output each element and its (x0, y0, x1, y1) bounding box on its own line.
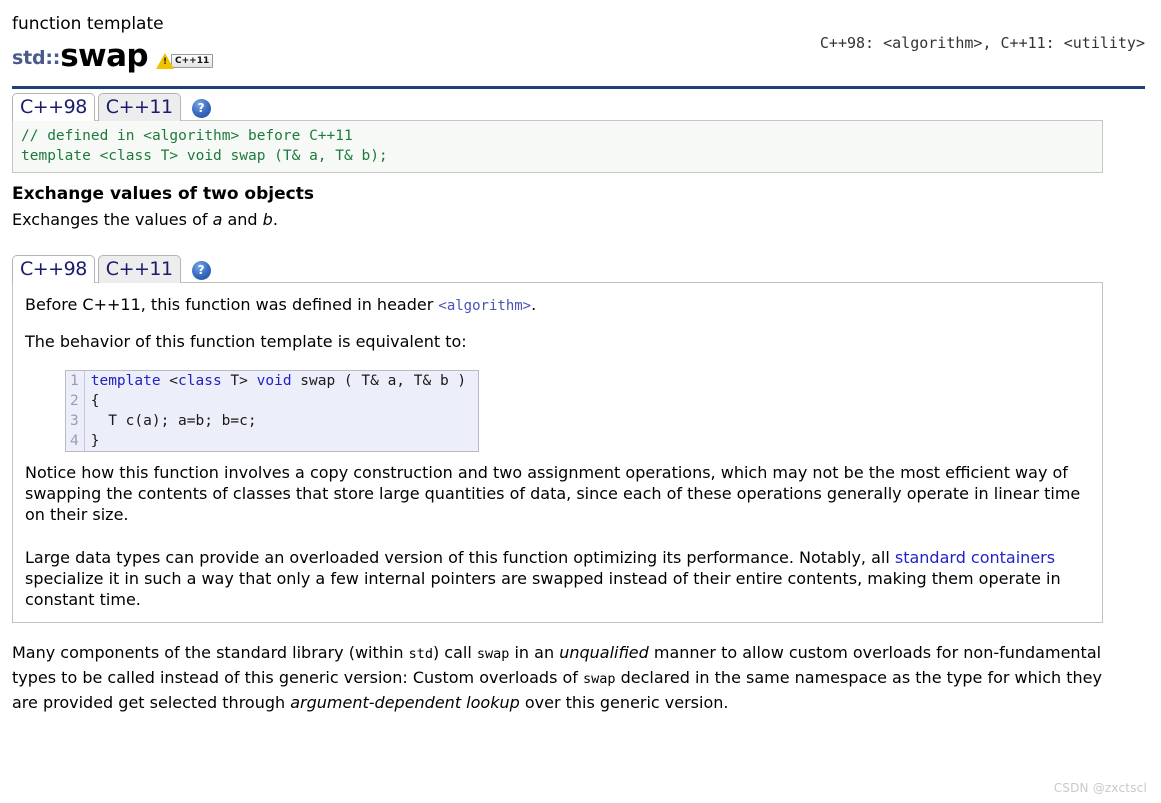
desc-text-mid: and (222, 210, 263, 229)
page-kind-label: function template (12, 14, 164, 34)
tab-detail-cpp11[interactable]: C++11 (97, 255, 181, 283)
panel-paragraph-3: Notice how this function involves a copy… (25, 463, 1081, 524)
panel-paragraph-4: Large data types can provide an overload… (25, 547, 1090, 610)
p1-pre: Before C++11, this function was defined … (25, 295, 439, 314)
title-namespace: std:: (12, 47, 61, 69)
code-line: 3 T c(a); a=b; b=c; (66, 411, 478, 431)
code-line: 2 { (66, 391, 478, 411)
page-root: function template std:: swap C++11 C++98… (0, 0, 1161, 803)
panel-paragraph-2: The behavior of this function template i… (25, 332, 467, 351)
panel-paragraph-1: Before C++11, this function was defined … (25, 294, 1090, 317)
outro-s5: in an (509, 643, 560, 662)
signature-tabbar: C++98 C++11 ? (12, 92, 1145, 121)
code-keyword-template: template (90, 373, 161, 389)
p4-pre: Large data types can provide an overload… (25, 548, 895, 567)
desc-param-a: a (212, 210, 223, 229)
code-line: 4 } (66, 431, 478, 451)
outro-s3: ) call (432, 643, 477, 662)
code-line-number: 1 (66, 371, 85, 391)
code-line-content: template <class T> void swap ( T& a, T& … (84, 371, 478, 391)
outro-paragraph: Many components of the standard library … (12, 641, 1107, 714)
code-plain-3: swap ( T& a, T& b ) (291, 373, 467, 389)
example-code-table: 1 template <class T> void swap ( T& a, T… (66, 371, 478, 451)
outro-swap-mono-1: swap (476, 646, 510, 662)
title-badges: C++11 (156, 53, 214, 69)
p1-post: . (531, 295, 537, 314)
code-line-content: T c(a); a=b; b=c; (90, 413, 257, 429)
header-divider (12, 86, 1145, 89)
code-line-number: 4 (66, 431, 85, 451)
outro-adl-em: argument-dependent lookup (290, 693, 520, 712)
detail-panel: Before C++11, this function was defined … (12, 282, 1103, 623)
tab-signature-cpp11[interactable]: C++11 (97, 93, 181, 121)
tab-detail-cpp98[interactable]: C++98 (12, 255, 95, 283)
code-line-content: { (90, 393, 100, 409)
desc-text-end: . (272, 210, 278, 229)
section-description: Exchanges the values of a and b. (12, 210, 1145, 230)
standard-containers-link[interactable]: standard containers (895, 548, 1055, 567)
header-include-note: C++98: <algorithm>, C++11: <utility> (819, 34, 1145, 52)
title-function-name: swap (60, 38, 149, 74)
desc-text-pre: Exchanges the values of (12, 210, 213, 229)
p1-header-name: <algorithm> (438, 298, 532, 314)
section-title: Exchange values of two objects (12, 184, 314, 204)
code-line-content: } (90, 433, 100, 449)
code-plain-2: T> (221, 373, 257, 389)
warning-triangle-icon (156, 53, 175, 69)
outro-section: Many components of the standard library … (12, 641, 1107, 714)
cpp11-badge: C++11 (171, 54, 214, 68)
code-line-number: 3 (66, 411, 85, 431)
p4-post: specialize it in such a way that only a … (25, 569, 1061, 609)
example-code-block: 1 template <class T> void swap ( T& a, T… (65, 370, 480, 452)
code-line-number: 2 (66, 391, 85, 411)
page-header: function template std:: swap C++11 C++98… (12, 14, 1145, 80)
detail-tabbar: C++98 C++11 ? (12, 254, 1145, 283)
outro-std-mono: std (408, 646, 433, 662)
watermark: CSDN @zxctscl (1053, 781, 1147, 795)
detail-help-icon[interactable]: ? (191, 261, 211, 280)
outro-s1: Many components of the standard library … (12, 643, 409, 662)
help-icon[interactable]: ? (191, 99, 211, 118)
outro-unqualified-em: unqualified (559, 643, 649, 662)
code-plain-1: < (160, 373, 179, 389)
code-keyword-void: void (256, 373, 292, 389)
signature-code-block: // defined in <algorithm> before C++11 t… (12, 120, 1103, 173)
code-keyword-class: class (178, 373, 222, 389)
tab-signature-cpp98[interactable]: C++98 (12, 93, 95, 121)
outro-s11: over this generic version. (519, 693, 729, 712)
code-line: 1 template <class T> void swap ( T& a, T… (66, 371, 478, 391)
desc-param-b: b (262, 210, 273, 229)
outro-swap-mono-2: swap (583, 671, 616, 687)
